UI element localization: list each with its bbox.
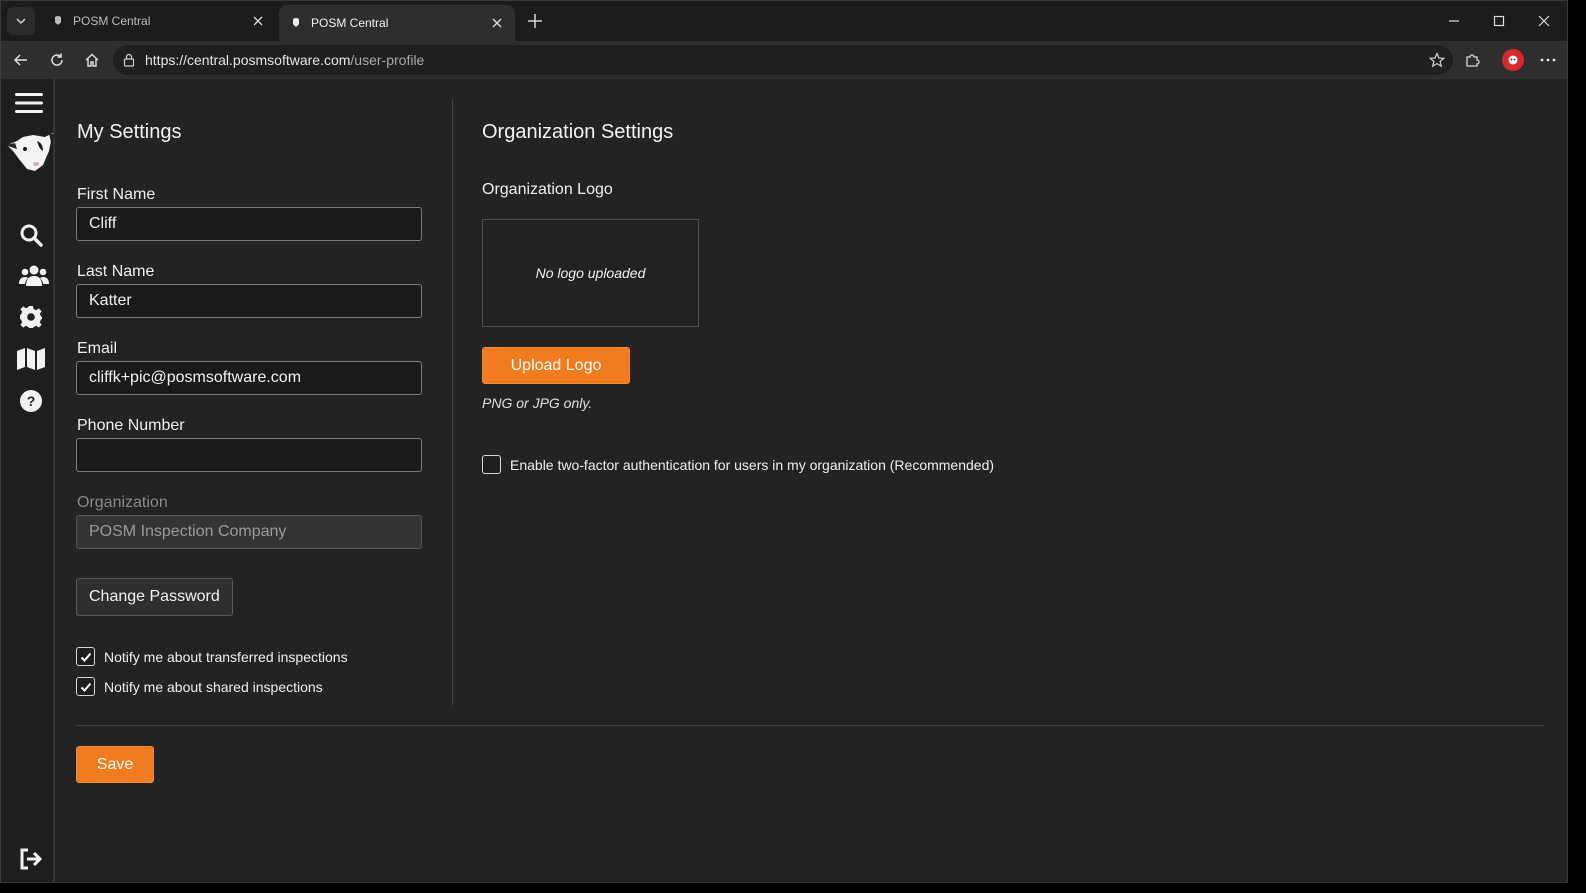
back-arrow-icon bbox=[13, 54, 27, 66]
tab-title: POSM Central bbox=[73, 14, 151, 28]
posm-favicon-icon bbox=[289, 16, 303, 30]
close-tab-icon[interactable] bbox=[250, 13, 266, 29]
sidebar: ? bbox=[1, 79, 55, 882]
sidebar-item-settings[interactable] bbox=[15, 301, 47, 333]
minimize-button[interactable] bbox=[1434, 7, 1474, 35]
notify-shared-row[interactable]: Notify me about shared inspections bbox=[76, 677, 323, 696]
url-host: https://central.posmsoftware.com bbox=[145, 52, 351, 68]
home-button[interactable] bbox=[78, 46, 106, 74]
two-factor-label: Enable two-factor authentication for use… bbox=[510, 456, 995, 473]
notify-transferred-label: Notify me about transferred inspections bbox=[104, 648, 348, 665]
close-tab-icon[interactable] bbox=[489, 15, 505, 31]
minimize-icon bbox=[1449, 20, 1459, 22]
lock-icon bbox=[123, 53, 135, 67]
last-name-input[interactable] bbox=[76, 284, 422, 318]
save-button[interactable]: Save bbox=[76, 746, 154, 783]
back-button[interactable] bbox=[7, 46, 35, 74]
footer-divider bbox=[76, 725, 1544, 726]
users-icon bbox=[19, 265, 49, 286]
email-label: Email bbox=[77, 340, 118, 357]
notify-transferred-row[interactable]: Notify me about transferred inspections bbox=[76, 647, 348, 666]
svg-text:?: ? bbox=[27, 393, 36, 409]
menu-button[interactable] bbox=[13, 87, 45, 119]
url-path: /user-profile bbox=[350, 52, 425, 68]
profile-button[interactable] bbox=[1499, 46, 1527, 74]
logo-preview: No logo uploaded bbox=[482, 219, 699, 327]
new-tab-button[interactable] bbox=[523, 9, 547, 33]
notify-shared-checkbox[interactable] bbox=[76, 677, 95, 696]
favorite-star-icon[interactable] bbox=[1427, 50, 1447, 70]
help-icon: ? bbox=[20, 390, 42, 412]
organization-input bbox=[76, 515, 422, 549]
two-factor-checkbox[interactable] bbox=[482, 455, 501, 474]
phone-label: Phone Number bbox=[77, 417, 185, 434]
app-content: ? My Settings First Name Last Name Email… bbox=[1, 79, 1567, 882]
first-name-input[interactable] bbox=[76, 207, 422, 241]
first-name-label: First Name bbox=[77, 186, 156, 203]
logout-icon bbox=[20, 848, 43, 870]
desktop-background bbox=[1568, 0, 1586, 893]
tab-posm-central-2[interactable]: POSM Central bbox=[279, 5, 515, 41]
gear-icon bbox=[20, 306, 42, 328]
close-icon bbox=[1538, 15, 1550, 27]
sidebar-item-logout[interactable] bbox=[15, 843, 47, 875]
close-window-button[interactable] bbox=[1524, 7, 1564, 35]
sidebar-item-search[interactable] bbox=[15, 219, 47, 251]
sidebar-item-users[interactable] bbox=[18, 260, 50, 292]
sidebar-item-map[interactable] bbox=[15, 343, 47, 375]
upload-hint: PNG or JPG only. bbox=[482, 395, 593, 411]
tab-list-button[interactable] bbox=[7, 7, 35, 35]
desktop-background-bottom bbox=[0, 883, 1586, 893]
tab-bar: POSM Central POSM Central bbox=[1, 1, 1567, 41]
organization-settings-heading: Organization Settings bbox=[482, 121, 674, 143]
email-input[interactable] bbox=[76, 361, 422, 395]
maximize-icon bbox=[1493, 15, 1505, 27]
maximize-button[interactable] bbox=[1479, 7, 1519, 35]
hamburger-menu-icon bbox=[15, 93, 43, 113]
search-icon bbox=[20, 224, 43, 247]
change-password-button[interactable]: Change Password bbox=[76, 578, 233, 616]
address-bar[interactable]: https://central.posmsoftware.com/user-pr… bbox=[113, 45, 1453, 75]
two-factor-row[interactable]: Enable two-factor authentication for use… bbox=[482, 455, 994, 474]
no-logo-text: No logo uploaded bbox=[535, 265, 646, 281]
posm-favicon-icon bbox=[51, 14, 65, 28]
plus-icon bbox=[528, 14, 542, 28]
map-icon bbox=[17, 348, 45, 370]
tab-title: POSM Central bbox=[311, 16, 389, 30]
organization-label: Organization bbox=[77, 494, 168, 511]
upload-logo-button[interactable]: Upload Logo bbox=[482, 347, 630, 384]
notify-transferred-checkbox[interactable] bbox=[76, 647, 95, 666]
last-name-label: Last Name bbox=[77, 263, 155, 280]
puzzle-icon bbox=[1466, 54, 1480, 67]
checkmark-icon bbox=[80, 652, 91, 662]
chevron-down-icon bbox=[16, 18, 26, 25]
notify-shared-label: Notify me about shared inspections bbox=[104, 678, 323, 695]
more-dots-icon bbox=[1540, 58, 1556, 62]
url-text: https://central.posmsoftware.com/user-pr… bbox=[145, 52, 424, 68]
panel-divider bbox=[452, 99, 453, 705]
browser-window: POSM Central POSM Central https://centra… bbox=[0, 0, 1568, 883]
extensions-button[interactable] bbox=[1458, 46, 1486, 74]
posm-logo bbox=[3, 131, 55, 175]
organization-logo-label: Organization Logo bbox=[482, 181, 613, 198]
reload-button[interactable] bbox=[43, 46, 71, 74]
avatar bbox=[1502, 49, 1524, 71]
browser-toolbar: https://central.posmsoftware.com/user-pr… bbox=[1, 41, 1567, 79]
phone-input[interactable] bbox=[76, 438, 422, 472]
sidebar-item-help[interactable]: ? bbox=[15, 385, 47, 417]
tab-posm-central-1[interactable]: POSM Central bbox=[41, 5, 276, 37]
checkmark-icon bbox=[80, 682, 91, 692]
my-settings-heading: My Settings bbox=[77, 121, 182, 143]
reload-icon bbox=[51, 53, 63, 66]
more-menu-button[interactable] bbox=[1534, 46, 1562, 74]
home-icon bbox=[85, 53, 99, 67]
